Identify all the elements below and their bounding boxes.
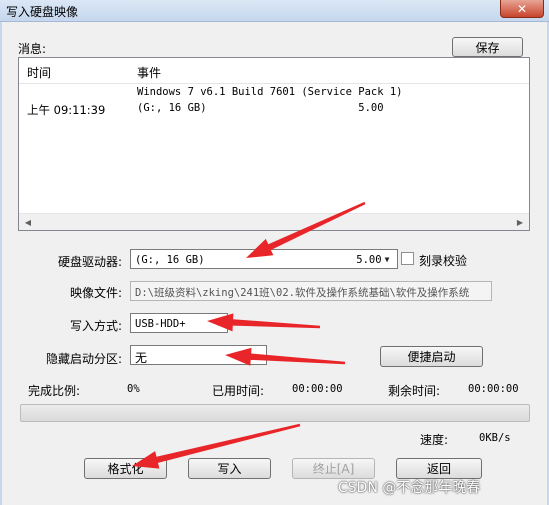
verify-checkbox[interactable] [401,252,414,265]
chevron-down-icon: ▼ [384,255,390,264]
horizontal-scrollbar[interactable]: ◀ ▶ [19,213,529,230]
image-file-label: 映像文件: [70,286,123,300]
save-button[interactable]: 保存 [452,37,523,57]
quick-boot-button[interactable]: 便捷启动 [380,346,483,367]
hidden-partition-select[interactable]: 无 [130,345,267,365]
drive-select[interactable]: (G:, 16 GB) 5.00 ▼ [130,249,398,269]
drive-value: (G:, 16 GB) 5.00 [135,254,382,266]
title-bar[interactable]: 写入硬盘映像 ✕ [0,0,549,22]
close-icon: ✕ [516,1,528,16]
column-header-event[interactable]: 事件 [137,64,161,81]
speed-label: 速度: [420,433,449,447]
complete-value: 0% [127,383,140,395]
write-method-label: 写入方式: [70,319,123,333]
column-header-time[interactable]: 时间 [27,64,51,81]
elapsed-value: 00:00:00 [292,383,343,395]
remaining-value: 00:00:00 [468,383,519,395]
back-button[interactable]: 返回 [396,458,482,479]
list-item-time: 上午 09:11:39 [27,103,106,117]
stop-button[interactable]: 终止[A] [292,458,375,479]
elapsed-label: 已用时间: [212,384,265,398]
verify-label: 刻录校验 [419,254,468,268]
list-header: 时间 事件 [19,58,529,84]
scroll-right-icon[interactable]: ▶ [513,216,527,229]
complete-label: 完成比例: [28,384,81,398]
messages-label: 消息: [18,42,47,56]
drive-label: 硬盘驱动器: [58,255,123,269]
list-item-event: (G:, 16 GB) 5.00 [137,102,384,114]
write-method-value: USB-HDD+ [135,318,186,330]
format-button[interactable]: 格式化 [84,458,167,479]
list-item-event: Windows 7 v6.1 Build 7601 (Service Pack … [137,86,403,98]
window-title: 写入硬盘映像 [6,5,79,19]
speed-value: 0KB/s [479,432,511,444]
progress-bar [20,404,530,422]
watermark: CSDN @不念那年晚春 [338,480,481,496]
scroll-left-icon[interactable]: ◀ [21,216,35,229]
close-button[interactable]: ✕ [500,0,544,18]
hidden-partition-label: 隐藏启动分区: [46,352,123,366]
remaining-label: 剩余时间: [388,384,441,398]
image-file-field[interactable]: D:\班级资料\zking\241班\02.软件及操作系统基础\软件及操作系统 [130,281,492,301]
messages-list[interactable]: 时间 事件 Windows 7 v6.1 Build 7601 (Service… [18,57,530,231]
write-method-select[interactable]: USB-HDD+ [130,313,228,333]
hidden-partition-value: 无 [135,351,148,365]
write-button[interactable]: 写入 [188,458,271,479]
